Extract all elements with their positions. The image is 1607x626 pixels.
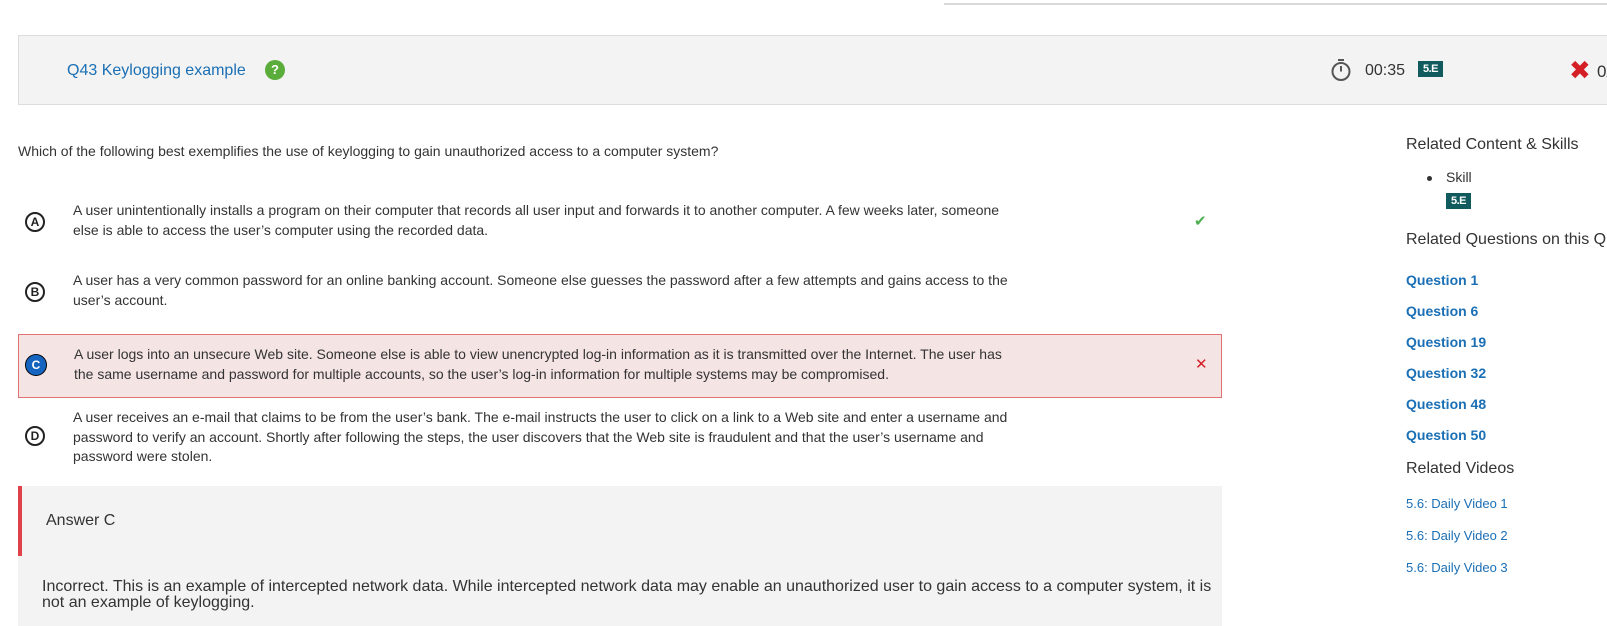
skill-badge: 5.E bbox=[1418, 61, 1444, 77]
choice-letter[interactable]: D bbox=[25, 426, 45, 446]
choice-a[interactable]: A A user unintentionally installs a prog… bbox=[18, 200, 1222, 246]
skill-label: Skill bbox=[1446, 169, 1472, 185]
incorrect-icon: ✖ bbox=[1569, 55, 1591, 85]
choice-text: A user has a very common password for an… bbox=[73, 272, 1008, 308]
answer-label: Answer C bbox=[46, 512, 116, 529]
choice-text: A user unintentionally installs a progra… bbox=[73, 202, 1000, 238]
choice-c[interactable]: C A user logs into an unsecure Web site.… bbox=[18, 334, 1222, 398]
choice-letter[interactable]: B bbox=[25, 282, 45, 302]
checkmark-icon: ✔ bbox=[1194, 213, 1207, 230]
question-title[interactable]: Q43 Keylogging example bbox=[67, 62, 246, 80]
help-icon[interactable]: ? bbox=[265, 60, 285, 80]
choice-b[interactable]: B A user has a very common password for … bbox=[18, 270, 1222, 316]
choice-d[interactable]: D A user receives an e-mail that claims … bbox=[18, 407, 1222, 469]
top-divider bbox=[944, 3, 1607, 5]
related-video-link[interactable]: 5.6: Daily Video 2 bbox=[1406, 528, 1508, 543]
answer-feedback: Answer C Incorrect. This is an example o… bbox=[18, 486, 1222, 626]
related-question-link[interactable]: Question 32 bbox=[1406, 365, 1486, 381]
question-prompt: Which of the following best exemplifies … bbox=[18, 143, 719, 159]
answer-explanation: Incorrect. This is an example of interce… bbox=[42, 578, 1212, 611]
skill-badge[interactable]: 5.E bbox=[1446, 193, 1472, 209]
related-question-link[interactable]: Question 1 bbox=[1406, 272, 1478, 288]
choice-letter[interactable]: A bbox=[25, 212, 45, 232]
related-video-link[interactable]: 5.6: Daily Video 1 bbox=[1406, 496, 1508, 511]
timer-readout: 00:35 bbox=[1365, 62, 1406, 79]
related-video-link[interactable]: 5.6: Daily Video 3 bbox=[1406, 560, 1508, 575]
choice-text: A user logs into an unsecure Web site. S… bbox=[74, 346, 1002, 382]
bullet-icon bbox=[1427, 176, 1432, 181]
related-question-link[interactable]: Question 6 bbox=[1406, 303, 1478, 319]
question-header: Q43 Keylogging example ? 00:35 5.E ✖ 0/ bbox=[18, 35, 1607, 105]
score: 0/ bbox=[1597, 62, 1607, 81]
related-content-heading: Related Content & Skills bbox=[1406, 136, 1579, 153]
related-question-link[interactable]: Question 50 bbox=[1406, 427, 1486, 443]
related-videos-heading: Related Videos bbox=[1406, 460, 1515, 477]
choice-text: A user receives an e-mail that claims to… bbox=[73, 409, 1008, 464]
related-question-link[interactable]: Question 48 bbox=[1406, 396, 1486, 412]
stopwatch-icon bbox=[1331, 59, 1351, 81]
related-questions-heading: Related Questions on this Qu bbox=[1406, 231, 1607, 248]
related-question-link[interactable]: Question 19 bbox=[1406, 334, 1486, 350]
feedback-accent-bar bbox=[18, 486, 22, 556]
x-icon: ✕ bbox=[1195, 356, 1208, 373]
choice-letter[interactable]: C bbox=[26, 355, 46, 375]
